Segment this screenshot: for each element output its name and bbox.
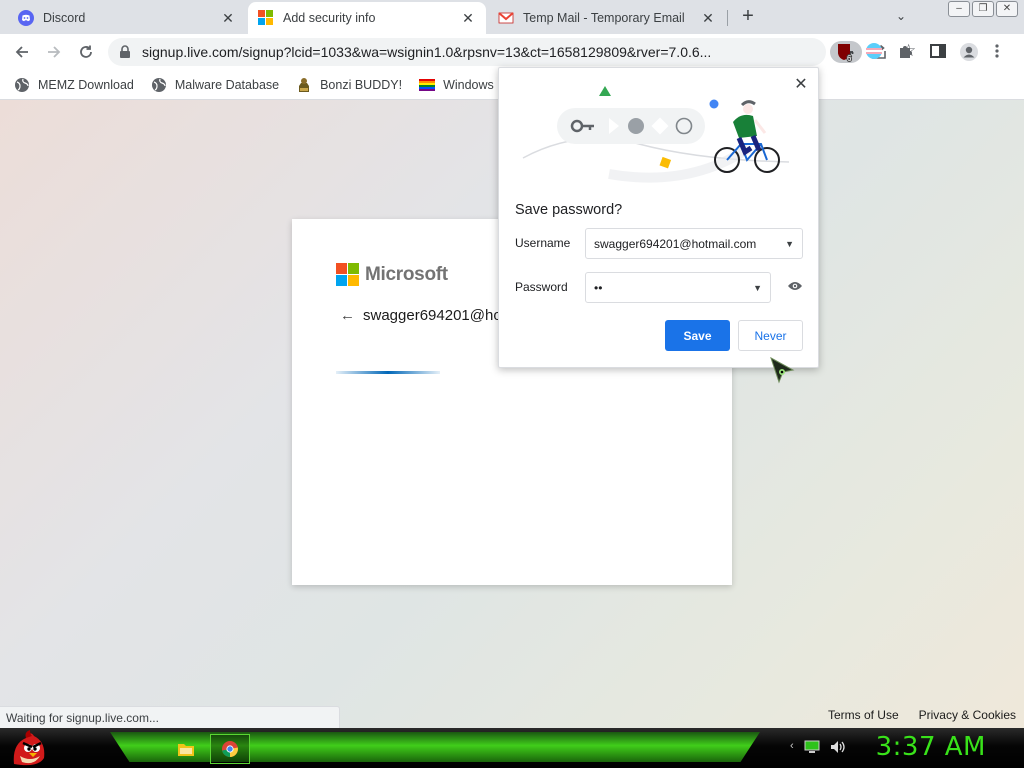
bookmark-malware-database[interactable]: Malware Database bbox=[151, 77, 279, 93]
tab-title: Discord bbox=[43, 11, 86, 25]
taskbar: ‹ 3:37 AM bbox=[0, 728, 1024, 768]
brand-name: Microsoft bbox=[365, 263, 448, 285]
caret-down-icon: ▼ bbox=[785, 238, 794, 249]
reload-button[interactable] bbox=[74, 40, 98, 64]
folder-icon bbox=[178, 744, 194, 756]
microsoft-logo: Microsoft bbox=[336, 263, 448, 286]
minimize-button[interactable]: – bbox=[948, 1, 970, 17]
tab-strip: Discord ✕ Add security info ✕ Temp Mail … bbox=[0, 0, 1024, 34]
page-footer: Terms of Use Privacy & Cookies bbox=[828, 708, 1016, 722]
lock-icon[interactable] bbox=[118, 45, 132, 59]
taskbar-chrome[interactable] bbox=[210, 734, 250, 764]
bookmark-label: Bonzi BUDDY! bbox=[320, 77, 403, 92]
windows-flag-icon bbox=[419, 78, 436, 91]
close-dialog-icon[interactable]: ✕ bbox=[792, 74, 810, 94]
ublock-extension-icon[interactable]: 6 bbox=[835, 42, 855, 64]
tab-title: Add security info bbox=[283, 11, 376, 25]
pride-extension-icon[interactable] bbox=[865, 42, 885, 62]
password-label: Password bbox=[515, 280, 568, 294]
menu-kebab-icon[interactable] bbox=[994, 42, 1006, 62]
username-select[interactable]: swagger694201@hotmail.com ▼ bbox=[585, 228, 803, 259]
password-value: •• bbox=[594, 280, 603, 295]
window-controls: – ❐ ✕ bbox=[948, 1, 1018, 17]
discord-icon bbox=[18, 10, 34, 26]
taskbar-glow bbox=[110, 732, 760, 762]
bookmark-memz-download[interactable]: MEMZ Download bbox=[14, 77, 134, 93]
close-tab-icon[interactable]: ✕ bbox=[460, 10, 476, 26]
forward-button[interactable] bbox=[42, 40, 66, 64]
restore-button[interactable]: ❐ bbox=[972, 1, 994, 17]
network-monitor-icon[interactable] bbox=[804, 740, 820, 754]
gmail-icon bbox=[498, 12, 514, 24]
arrow-right-icon bbox=[48, 46, 61, 58]
bookmark-label: Malware Database bbox=[174, 77, 280, 92]
start-button-angry-bird-icon[interactable] bbox=[8, 728, 48, 768]
show-password-eye-icon[interactable] bbox=[787, 280, 803, 292]
volume-icon[interactable] bbox=[830, 740, 846, 754]
close-tab-icon[interactable]: ✕ bbox=[700, 10, 716, 26]
password-illustration bbox=[522, 86, 789, 183]
mouse-cursor-icon bbox=[770, 356, 795, 384]
arrow-left-icon bbox=[15, 46, 28, 58]
bookmark-bonzi-buddy[interactable]: Bonzi BUDDY! bbox=[296, 77, 402, 93]
back-button[interactable] bbox=[10, 40, 34, 64]
save-button[interactable]: Save bbox=[665, 320, 730, 351]
caret-down-icon: ▼ bbox=[753, 282, 762, 293]
identity-email: swagger694201@hotmail.com bbox=[363, 307, 500, 324]
privacy-cookies-link[interactable]: Privacy & Cookies bbox=[919, 708, 1016, 722]
save-password-dialog: ✕ Save password? Username swagger694201@… bbox=[498, 67, 819, 368]
side-panel-icon[interactable] bbox=[929, 42, 949, 62]
username-label: Username bbox=[515, 236, 571, 250]
reload-icon bbox=[80, 45, 92, 58]
extensions-puzzle-icon[interactable] bbox=[897, 42, 917, 62]
tab-discord[interactable]: Discord ✕ bbox=[8, 2, 246, 34]
status-bubble: Waiting for signup.live.com... bbox=[0, 706, 340, 728]
loading-progress-bar bbox=[336, 371, 440, 374]
identity-banner[interactable]: ← swagger694201@hotmail.com bbox=[340, 307, 500, 324]
address-bar[interactable]: signup.live.com/signup?lcid=1033&wa=wsig… bbox=[108, 38, 916, 66]
dialog-title: Save password? bbox=[515, 202, 623, 218]
bookmark-label: MEMZ Download bbox=[38, 77, 134, 92]
username-value: swagger694201@hotmail.com bbox=[594, 236, 757, 251]
new-tab-button[interactable]: + bbox=[738, 6, 758, 27]
browser-toolbar: signup.live.com/signup?lcid=1033&wa=wsig… bbox=[0, 34, 1024, 70]
microsoft-icon bbox=[258, 10, 274, 26]
close-window-button[interactable]: ✕ bbox=[996, 1, 1018, 17]
back-arrow-icon[interactable]: ← bbox=[340, 307, 355, 324]
globe-icon bbox=[15, 77, 29, 92]
taskbar-clock[interactable]: 3:37 AM bbox=[876, 732, 986, 762]
tray-chevron-icon[interactable]: ‹ bbox=[790, 740, 794, 754]
tab-add-security-info[interactable]: Add security info ✕ bbox=[248, 2, 486, 34]
taskbar-file-explorer[interactable] bbox=[166, 734, 206, 764]
close-tab-icon[interactable]: ✕ bbox=[220, 10, 236, 26]
tab-separator bbox=[727, 10, 728, 26]
password-select[interactable]: •• ▼ bbox=[585, 272, 771, 303]
terms-of-use-link[interactable]: Terms of Use bbox=[828, 708, 899, 722]
microsoft-logo-icon bbox=[336, 263, 359, 286]
tab-title: Temp Mail - Temporary Email bbox=[523, 11, 685, 25]
never-button[interactable]: Never bbox=[738, 320, 803, 351]
tab-search-icon[interactable]: ⌄ bbox=[896, 9, 906, 23]
svg-text:6: 6 bbox=[847, 54, 852, 62]
url-text[interactable]: signup.live.com/signup?lcid=1033&wa=wsig… bbox=[142, 44, 722, 60]
tab-temp-mail[interactable]: Temp Mail - Temporary Email ✕ bbox=[488, 2, 726, 34]
bonzi-icon bbox=[299, 77, 310, 92]
system-tray: ‹ bbox=[790, 740, 846, 754]
chrome-icon bbox=[222, 741, 238, 758]
profile-avatar-icon[interactable] bbox=[959, 42, 979, 62]
globe-icon bbox=[151, 77, 166, 92]
